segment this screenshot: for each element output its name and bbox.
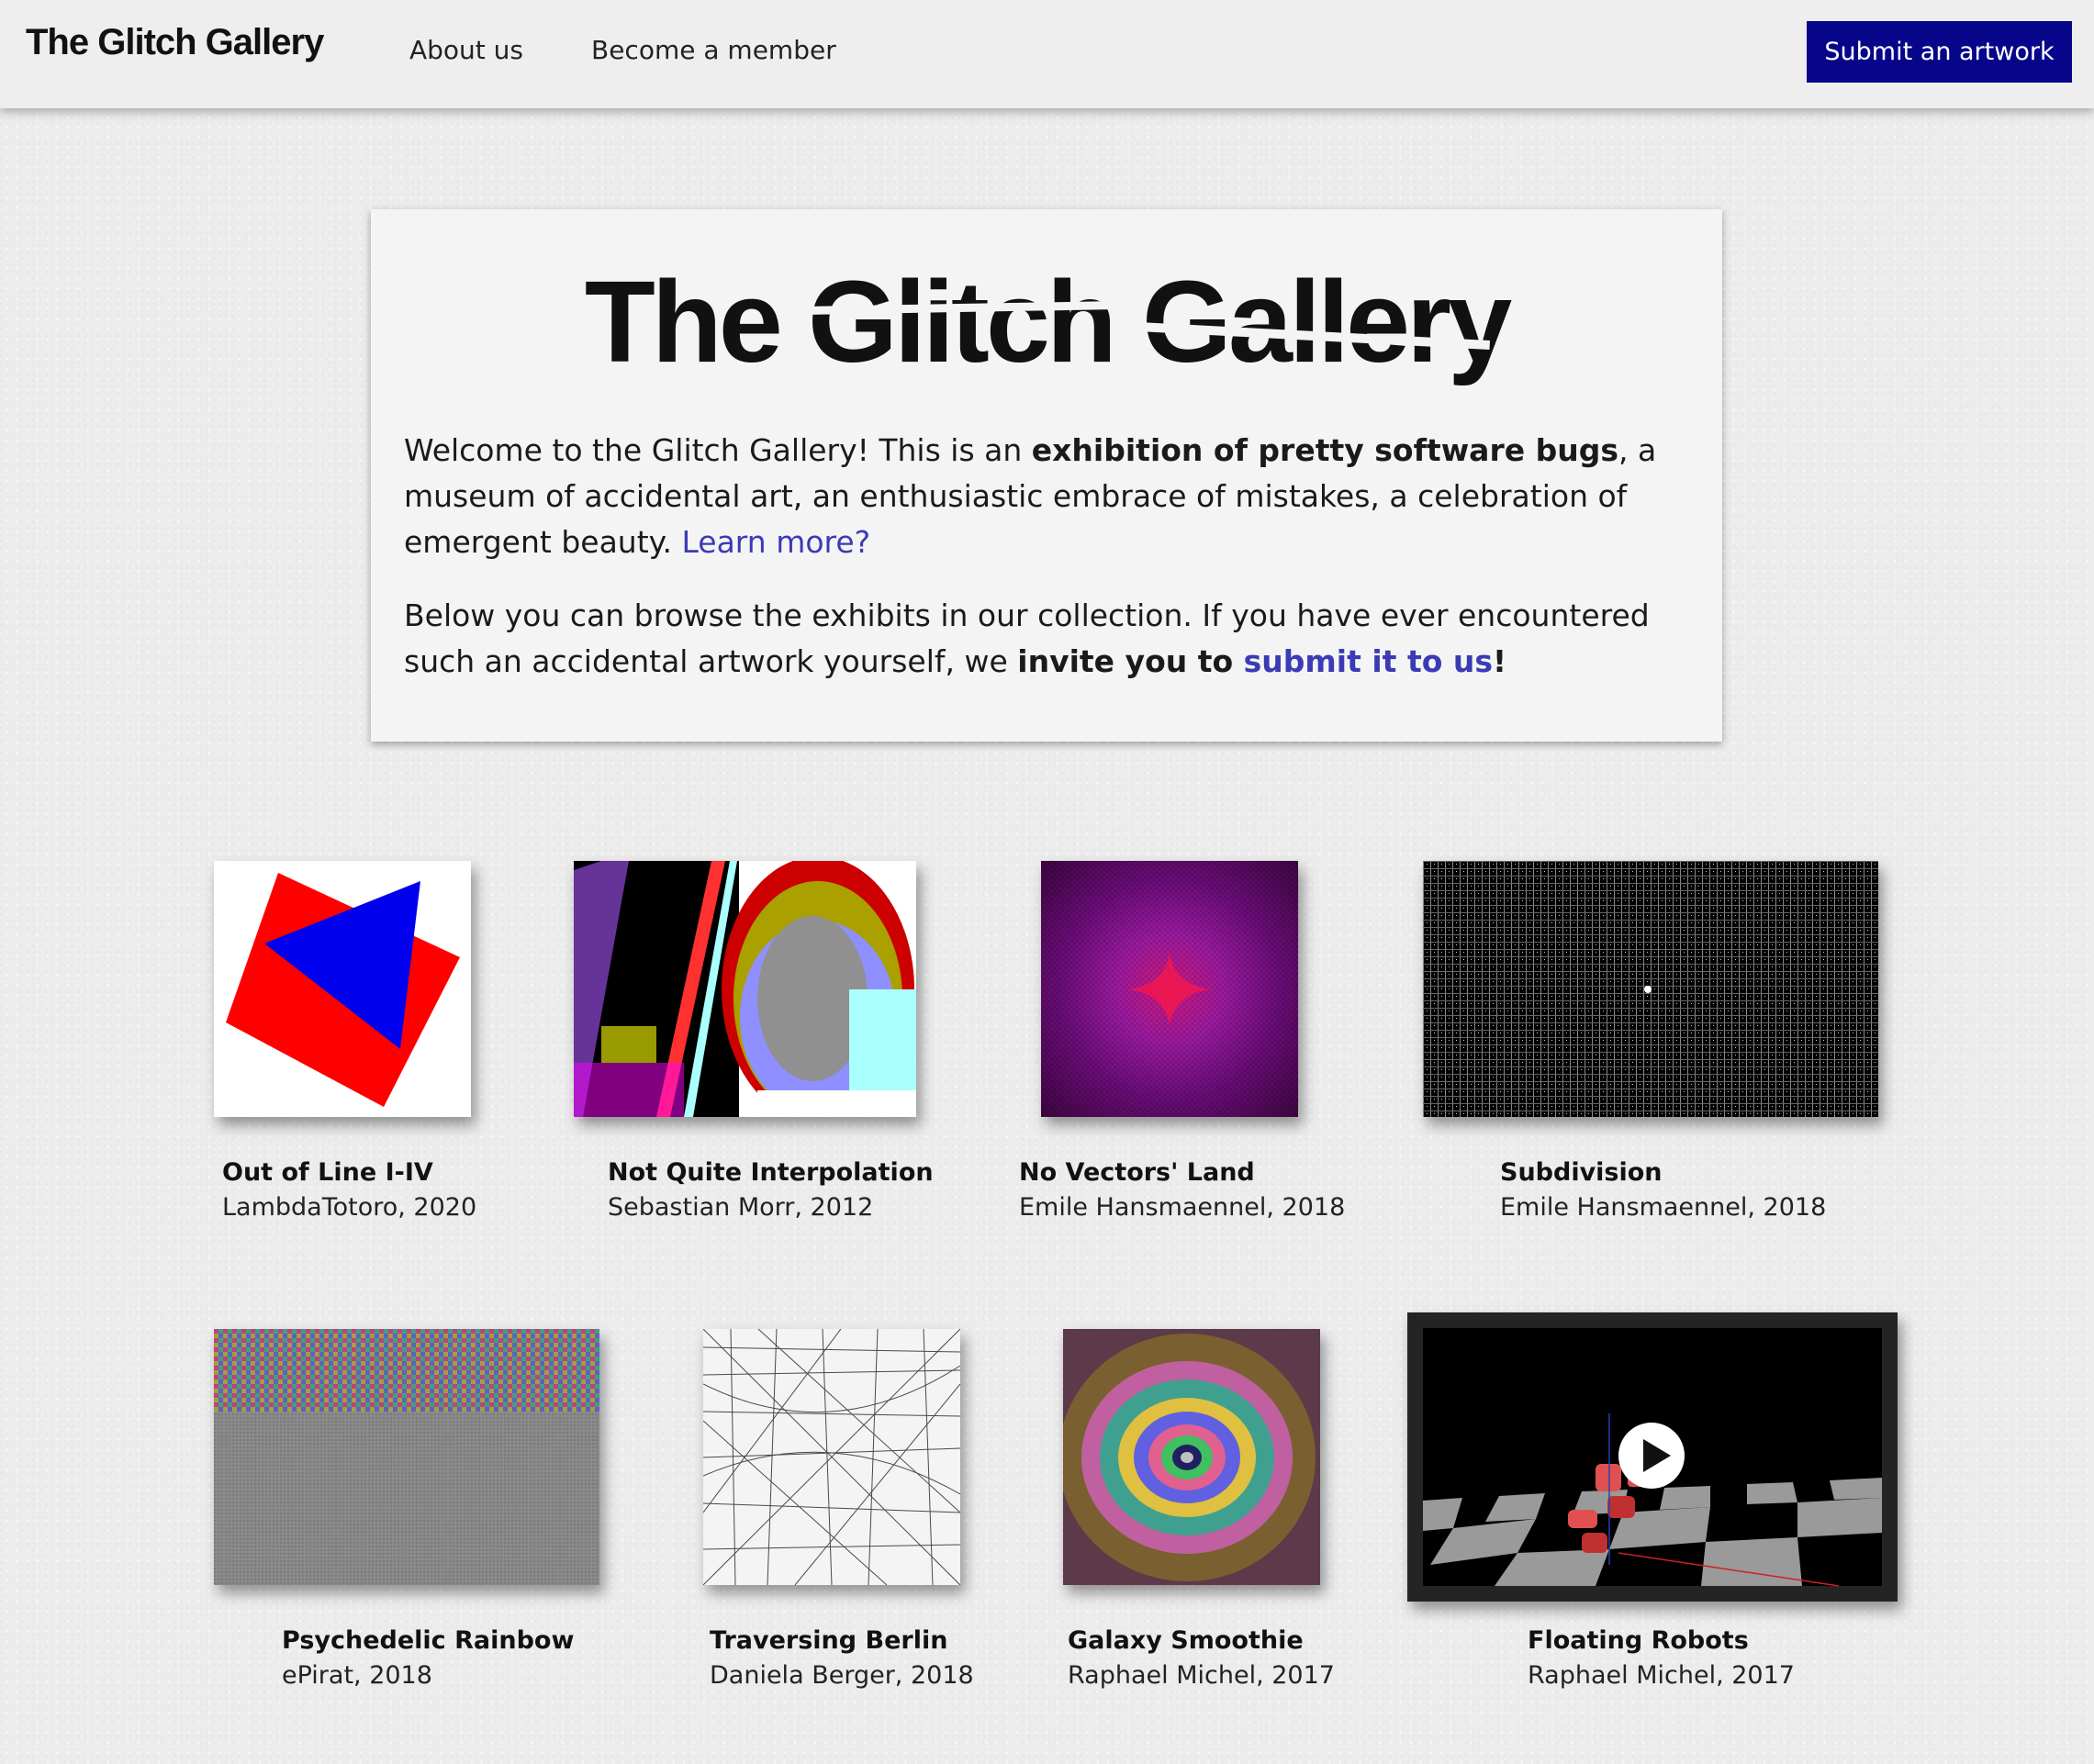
- artwork-meta: Emile Hansmaennel, 2018: [1500, 1193, 1827, 1222]
- artwork-thumb-out-of-line[interactable]: [214, 861, 471, 1117]
- artwork-thumb-no-vectors-land[interactable]: [1041, 861, 1298, 1117]
- artwork-title[interactable]: Subdivision: [1500, 1158, 1663, 1187]
- submit-it-link[interactable]: submit it to us: [1244, 643, 1493, 679]
- artwork-meta: Raphael Michel, 2017: [1068, 1661, 1335, 1690]
- intro-paragraph-1: Welcome to the Glitch Gallery! This is a…: [404, 428, 1708, 565]
- artwork-meta: LambdaTotoro, 2020: [222, 1193, 477, 1222]
- intro-paragraph-2: Below you can browse the exhibits in our…: [404, 593, 1708, 685]
- artwork-thumb-traversing-berlin[interactable]: [703, 1329, 960, 1585]
- site-logo[interactable]: The Glitch Gallery: [26, 22, 324, 63]
- site-logo-text[interactable]: The Glitch Gallery: [26, 22, 324, 62]
- traversing-berlin-image: [703, 1329, 960, 1585]
- nav-become-member-link[interactable]: Become a member: [591, 35, 836, 65]
- out-of-line-image: [226, 873, 460, 1107]
- artwork-title[interactable]: Galaxy Smoothie: [1068, 1626, 1304, 1655]
- artwork-thumb-not-quite-interpolation[interactable]: [574, 861, 916, 1117]
- artwork-title[interactable]: Out of Line I-IV: [222, 1158, 433, 1187]
- top-nav: The Glitch Gallery About us Become a mem…: [0, 0, 2094, 108]
- artwork-title[interactable]: Traversing Berlin: [710, 1626, 947, 1655]
- artwork-thumb-subdivision[interactable]: [1423, 861, 1878, 1117]
- submit-artwork-button[interactable]: Submit an artwork: [1807, 21, 2072, 83]
- hero-title: The Glitch Gallery: [371, 264, 1722, 380]
- artwork-meta: Daniela Berger, 2018: [710, 1661, 974, 1690]
- artwork-thumb-galaxy-smoothie[interactable]: [1063, 1329, 1320, 1585]
- artwork-title[interactable]: Psychedelic Rainbow: [282, 1626, 574, 1655]
- intro-p1-text-a: Welcome to the Glitch Gallery! This is a…: [404, 432, 1032, 468]
- intro-p2-text-c: !: [1493, 643, 1507, 679]
- psychedelic-rainbow-image: [214, 1329, 599, 1585]
- hero-title-glitch: Glitch: [807, 257, 1117, 386]
- intro-p2-bold: invite you to: [1017, 643, 1244, 679]
- artwork-meta: Emile Hansmaennel, 2018: [1019, 1193, 1346, 1222]
- not-quite-interpolation-image: [574, 861, 916, 1117]
- artwork-meta: Sebastian Morr, 2012: [608, 1193, 874, 1222]
- no-vectors-land-image: [1041, 861, 1298, 1117]
- play-icon[interactable]: [1618, 1423, 1685, 1489]
- learn-more-link[interactable]: Learn more?: [681, 524, 870, 560]
- artwork-meta: ePirat, 2018: [282, 1661, 432, 1690]
- hero-title-gallery: Gallery: [1141, 257, 1512, 386]
- intro-card: The Glitch Gallery Welcome to the Glitch…: [371, 209, 1722, 742]
- intro-p1-bold: exhibition of pretty software bugs: [1031, 432, 1618, 468]
- artwork-thumb-psychedelic-rainbow[interactable]: [214, 1329, 599, 1585]
- galaxy-smoothie-image: [1063, 1329, 1320, 1585]
- artwork-meta: Raphael Michel, 2017: [1528, 1661, 1795, 1690]
- hero-title-the: The: [584, 257, 783, 386]
- subdivision-image: [1423, 861, 1878, 1117]
- artwork-title[interactable]: Floating Robots: [1528, 1626, 1749, 1655]
- artwork-title[interactable]: No Vectors' Land: [1019, 1158, 1255, 1187]
- nav-about-link[interactable]: About us: [409, 35, 523, 65]
- artwork-title[interactable]: Not Quite Interpolation: [608, 1158, 934, 1187]
